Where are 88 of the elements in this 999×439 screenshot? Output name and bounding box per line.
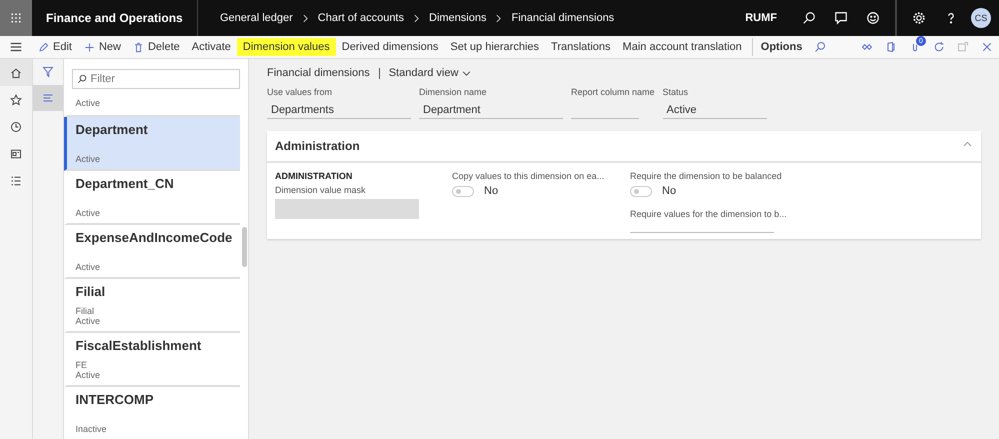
breadcrumb-link[interactable]: Financial dimensions bbox=[511, 12, 614, 24]
pencil-icon bbox=[38, 42, 49, 52]
toggle-switch[interactable] bbox=[630, 186, 652, 196]
action-button[interactable]: Translations bbox=[545, 38, 617, 56]
item-status: Active bbox=[76, 154, 102, 164]
field-label: Dimension name bbox=[419, 87, 488, 97]
input-field[interactable]: Department bbox=[419, 101, 563, 119]
action-button[interactable]: Set up hierarchies bbox=[444, 38, 546, 56]
item-status: Active bbox=[76, 208, 102, 218]
workspace-icon bbox=[10, 148, 22, 160]
home-icon bbox=[10, 66, 22, 78]
list-item[interactable]: FiscalEstablishment FE Active bbox=[64, 333, 240, 387]
action-button[interactable]: Dimension values bbox=[236, 38, 336, 56]
input-field[interactable]: Active bbox=[662, 101, 767, 119]
search-icon bbox=[802, 11, 816, 25]
list-item[interactable]: Department Active bbox=[64, 117, 240, 171]
refresh-icon bbox=[933, 41, 945, 53]
star-icon bbox=[10, 94, 22, 106]
office-icon bbox=[885, 41, 897, 53]
chevron-right-icon bbox=[300, 12, 310, 24]
filter-field[interactable]: Filter bbox=[72, 69, 240, 89]
chevron-right-icon bbox=[412, 12, 421, 24]
action-button[interactable]: Edit bbox=[32, 38, 78, 56]
search-icon bbox=[814, 41, 826, 53]
home-button[interactable] bbox=[0, 59, 32, 86]
field-label: Copy values to this dimension on ea... bbox=[452, 171, 606, 181]
list-item[interactable]: ExpenseAndIncomeCode Active bbox=[64, 225, 240, 279]
toggle-value: No bbox=[484, 185, 498, 197]
gear-icon bbox=[912, 11, 926, 25]
user-avatar[interactable]: CS bbox=[971, 8, 991, 28]
item-status: Active bbox=[76, 316, 102, 326]
chevron-right-icon bbox=[494, 12, 504, 24]
input-field[interactable]: Departments bbox=[267, 101, 411, 119]
section-header[interactable]: Administration bbox=[267, 131, 981, 161]
breadcrumb-link[interactable]: General ledger bbox=[220, 12, 293, 24]
waffle-icon bbox=[10, 12, 22, 24]
action-button[interactable]: Activate bbox=[186, 38, 237, 56]
menu-icon bbox=[9, 40, 23, 54]
input-field[interactable] bbox=[630, 229, 774, 233]
input-field[interactable] bbox=[275, 199, 419, 219]
breadcrumb-link[interactable]: Dimensions bbox=[429, 12, 486, 24]
item-title: ExpenseAndIncomeCode bbox=[76, 230, 231, 245]
link-icon bbox=[861, 41, 873, 53]
smiley-icon bbox=[866, 11, 880, 25]
close-icon bbox=[981, 41, 993, 53]
popout-icon bbox=[957, 41, 969, 53]
breadcrumb-link[interactable]: Chart of accounts bbox=[318, 12, 404, 24]
item-title: Department bbox=[76, 122, 149, 137]
list-item[interactable]: Department_CN Active bbox=[64, 171, 240, 225]
company-picker[interactable]: RUMF bbox=[745, 12, 777, 24]
list-icon bbox=[10, 174, 22, 186]
group-label: ADMINISTRATION bbox=[275, 171, 354, 181]
view-selector[interactable]: Standard view bbox=[388, 67, 472, 79]
chevron-down-icon bbox=[462, 68, 472, 78]
field-label: Status bbox=[662, 87, 690, 97]
item-status: Active bbox=[76, 262, 102, 272]
options-tab[interactable]: Options bbox=[752, 38, 808, 56]
item-status: Active bbox=[76, 98, 102, 108]
speech-bubble-icon bbox=[834, 11, 848, 25]
action-button[interactable]: Main account translation bbox=[616, 38, 748, 56]
trash-icon bbox=[132, 42, 144, 52]
item-title: Department_CN bbox=[76, 176, 175, 191]
list-item[interactable]: INTERCOMP Inactive bbox=[64, 387, 240, 439]
filter-icon bbox=[42, 66, 54, 78]
item-title: INTERCOMP bbox=[76, 392, 154, 407]
field-label: Report column name bbox=[571, 87, 655, 97]
clock-icon bbox=[10, 120, 22, 132]
action-button[interactable]: New bbox=[78, 38, 127, 56]
action-button[interactable]: Delete bbox=[126, 38, 186, 56]
list-item[interactable]: Filial Filial Active bbox=[64, 279, 240, 333]
item-title: Filial bbox=[76, 284, 106, 299]
toggle-switch[interactable] bbox=[452, 186, 474, 196]
field-label: Require the dimension to be balanced bbox=[630, 171, 783, 181]
field-label: Require values for the dimension to b... bbox=[630, 209, 788, 219]
form-title: Financial dimensions bbox=[267, 67, 370, 79]
item-subtitle: Filial bbox=[76, 306, 96, 316]
lines-icon bbox=[42, 92, 54, 104]
item-status: Inactive bbox=[76, 424, 108, 434]
item-status: Active bbox=[76, 370, 102, 380]
field-label: Dimension value mask bbox=[275, 185, 367, 195]
item-title: FiscalEstablishment bbox=[76, 338, 202, 353]
action-button[interactable]: Derived dimensions bbox=[336, 38, 444, 56]
toggle-value: No bbox=[662, 185, 676, 197]
item-subtitle: FE bbox=[76, 360, 88, 370]
plus-icon bbox=[84, 42, 95, 52]
scrollbar-thumb[interactable] bbox=[242, 227, 246, 267]
search-icon bbox=[76, 74, 86, 84]
field-label: Use values from bbox=[267, 87, 334, 97]
